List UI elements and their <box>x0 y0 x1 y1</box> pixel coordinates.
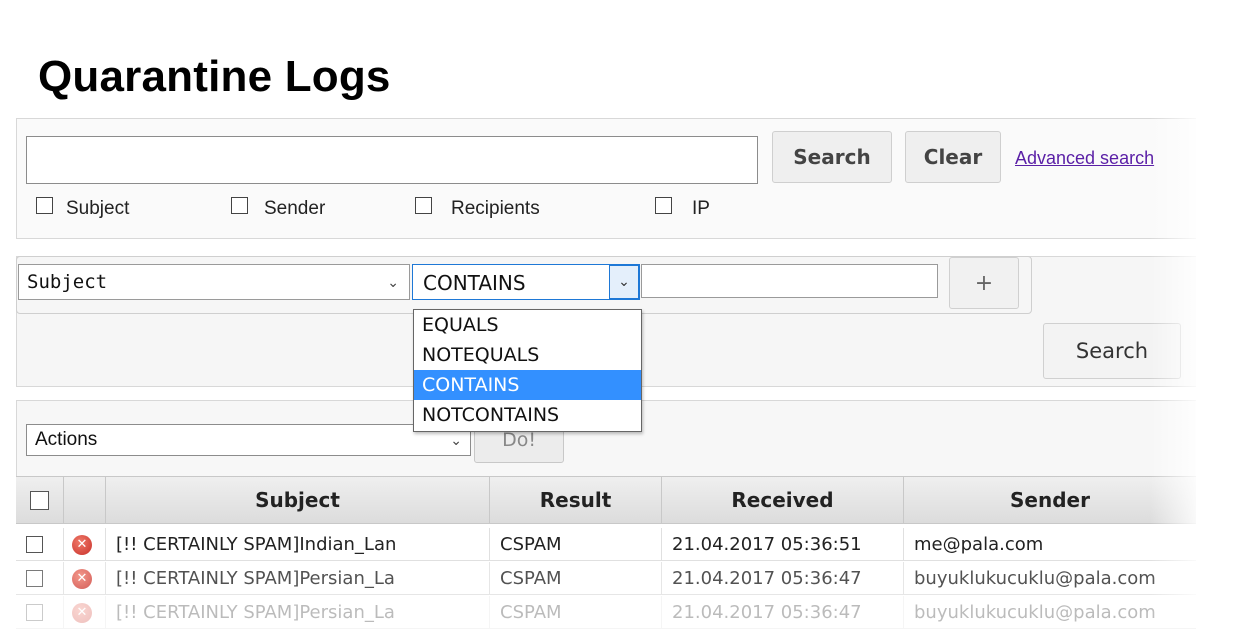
operator-select-value: CONTAINS <box>423 271 526 295</box>
cell-result: CSPAM <box>490 528 662 561</box>
cell-subject: [!! CERTAINLY SPAM]Persian_La <box>106 596 490 629</box>
advanced-search-link[interactable]: Advanced search <box>1015 148 1154 169</box>
actions-select-value: Actions <box>35 429 98 450</box>
field-select[interactable]: Subject ⌄ <box>18 264 410 300</box>
clear-button[interactable]: Clear <box>905 131 1001 183</box>
cell-sender: buyuklukucuklu@pala.com <box>914 568 1156 589</box>
spam-x-icon: ✕ <box>72 602 92 623</box>
field-select-value: Subject <box>27 271 108 293</box>
spam-x-icon: ✕ <box>72 568 92 589</box>
chevron-down-icon: ⌄ <box>387 275 399 291</box>
advanced-search-button[interactable]: Search <box>1043 323 1181 379</box>
status-column-header <box>64 477 106 523</box>
cell-sender: me@pala.com <box>914 534 1044 555</box>
cell-subject: [!! CERTAINLY SPAM]Persian_La <box>106 562 490 595</box>
operator-option-equals[interactable]: EQUALS <box>414 310 641 340</box>
row-checkbox[interactable] <box>26 604 43 621</box>
ip-checkbox-label: IP <box>692 198 710 219</box>
cell-received: 21.04.2017 05:36:47 <box>662 562 904 595</box>
select-all-cell <box>16 477 64 523</box>
sender-checkbox-label: Sender <box>264 198 326 219</box>
search-input[interactable] <box>26 136 758 184</box>
recipients-checkbox[interactable] <box>415 197 432 214</box>
table-row[interactable]: ✕ [!! CERTAINLY SPAM]Persian_La CSPAM 21… <box>16 596 1196 629</box>
cell-sender: buyuklukucuklu@pala.com <box>914 602 1156 623</box>
cell-result: CSPAM <box>490 562 662 595</box>
column-header-result[interactable]: Result <box>490 477 662 523</box>
operator-option-contains[interactable]: CONTAINS <box>414 370 641 400</box>
chevron-down-icon: ⌄ <box>450 433 462 449</box>
operator-select[interactable]: CONTAINS <box>412 264 640 300</box>
cell-subject: [!! CERTAINLY SPAM]Indian_Lan <box>106 528 490 561</box>
row-checkbox[interactable] <box>26 536 43 553</box>
filter-value-input[interactable] <box>641 264 938 298</box>
chevron-down-icon: ⌄ <box>618 274 630 290</box>
column-header-subject[interactable]: Subject <box>106 477 490 523</box>
subject-checkbox-label: Subject <box>66 198 130 219</box>
operator-dropdown-list: EQUALS NOTEQUALS CONTAINS NOTCONTAINS <box>413 309 642 432</box>
spam-x-icon: ✕ <box>72 534 92 555</box>
operator-option-notequals[interactable]: NOTEQUALS <box>414 340 641 370</box>
cell-received: 21.04.2017 05:36:51 <box>662 528 904 561</box>
subject-checkbox[interactable] <box>36 197 53 214</box>
recipients-checkbox-label: Recipients <box>451 198 540 219</box>
cell-received: 21.04.2017 05:36:47 <box>662 596 904 629</box>
sender-checkbox[interactable] <box>231 197 248 214</box>
actions-select[interactable]: Actions ⌄ <box>26 424 471 456</box>
select-all-checkbox[interactable] <box>30 490 49 510</box>
table-row[interactable]: ✕ [!! CERTAINLY SPAM]Persian_La CSPAM 21… <box>16 562 1196 595</box>
column-header-sender[interactable]: Sender <box>904 477 1196 523</box>
operator-dropdown-arrow[interactable]: ⌄ <box>609 265 639 299</box>
page-title: Quarantine Logs <box>38 52 391 101</box>
row-checkbox[interactable] <box>26 570 43 587</box>
table-header: Subject Result Received Sender <box>16 476 1196 524</box>
column-header-received[interactable]: Received <box>662 477 904 523</box>
add-condition-button[interactable]: + <box>949 257 1019 309</box>
ip-checkbox[interactable] <box>655 197 672 214</box>
operator-option-notcontains[interactable]: NOTCONTAINS <box>414 400 641 430</box>
cell-result: CSPAM <box>490 596 662 629</box>
table-row[interactable]: ✕ [!! CERTAINLY SPAM]Indian_Lan CSPAM 21… <box>16 528 1196 561</box>
search-button[interactable]: Search <box>772 131 892 183</box>
